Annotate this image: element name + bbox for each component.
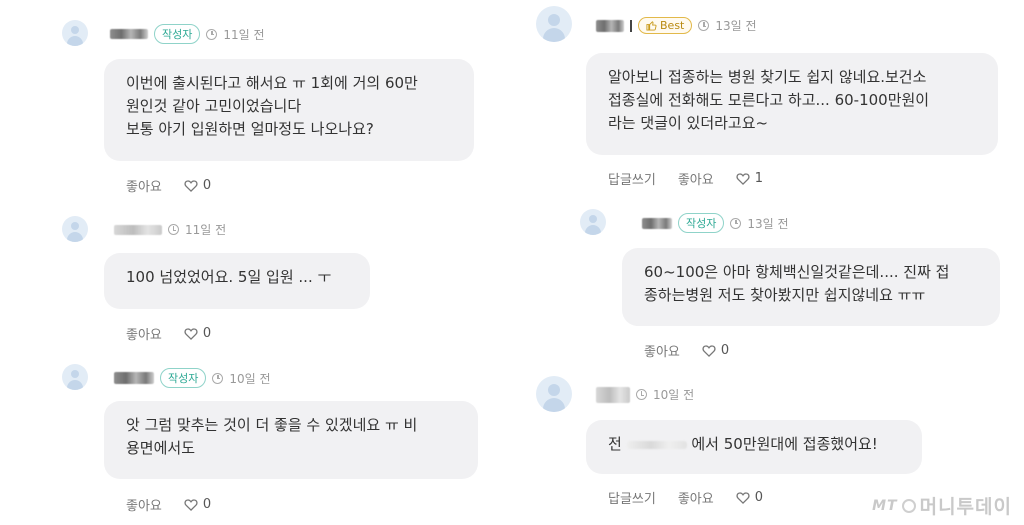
thumbs-up-icon [646,21,657,31]
comment-text: 앗 그럼 맞추는 것이 더 좋을 수 있겠네요 ㅠ 비 용면에서도 [104,401,478,479]
comment-time: 10일 전 [653,388,695,402]
heart-icon [736,173,750,185]
left-comment-column: 작성자 11일 전 이번에 출시된다고 해서요 ㅠ 1회에 거의 60만 원인것… [0,0,510,525]
comment-text-prefix: 전 [608,435,622,453]
avatar[interactable] [536,376,572,412]
comment-actions: 답글쓰기 좋아요 1 [608,169,763,188]
clock-icon [636,389,647,400]
like-count: 0 [202,326,212,341]
clock-icon [212,372,224,384]
comment-actions: 답글쓰기 좋아요 0 [608,488,763,507]
comment-actions: 좋아요 0 [644,341,729,360]
like-toggle[interactable]: 0 [184,178,211,193]
clock-icon [730,217,742,229]
like-count: 1 [754,171,764,186]
author-name-blurred[interactable] [110,29,148,39]
like-toggle[interactable]: 1 [736,171,763,186]
comment-actions: 좋아요 0 [126,495,211,514]
like-count: 0 [754,490,764,505]
comment: 11일 전 100 넘었었어요. 5일 입원 ... ㅜ 좋아요 0 [0,205,510,355]
comment-meta: 작성자 10일 전 [114,368,271,388]
comment-meta: 10일 전 [596,386,694,403]
comment-meta: Best 13일 전 [596,17,757,34]
watermark-circle-icon [901,498,916,513]
comment-time: 10일 전 [229,371,271,386]
like-button[interactable]: 좋아요 [126,176,162,195]
like-toggle[interactable]: 0 [184,497,211,512]
comment-time: 11일 전 [223,27,265,42]
right-comment-column: Best 13일 전 알아보니 접종하는 병원 찾기도 쉽지 않네요.보건소 접… [514,0,1024,525]
reply-button[interactable]: 답글쓰기 [608,488,656,507]
watermark-mark: MT [872,497,898,514]
redacted-text [626,440,687,449]
heart-icon [702,345,716,357]
like-toggle[interactable]: 0 [736,490,763,505]
like-toggle[interactable]: 0 [184,326,211,341]
comment-meta: 작성자 13일 전 [642,213,789,233]
like-button[interactable]: 좋아요 [678,488,714,507]
comment-meta: 작성자 11일 전 [110,24,265,44]
best-badge: Best [638,17,693,34]
heart-icon [736,492,750,504]
comment-time: 13일 전 [715,19,757,33]
author-name-blurred[interactable] [596,19,624,32]
comment-text: 60~100은 아마 항체백신일것같은데.... 진짜 접 종하는병원 저도 찾… [622,248,1000,326]
author-name-blurred[interactable] [114,224,162,235]
comment-text: 이번에 출시된다고 해서요 ㅠ 1회에 거의 60만 원인것 같아 고민이었습니… [104,59,474,161]
heart-icon [184,499,198,511]
author-badge: 작성자 [154,24,201,44]
best-badge-label: Best [660,19,685,32]
avatar[interactable] [62,364,88,390]
author-name-blurred[interactable] [114,372,154,384]
comment-actions: 좋아요 0 [126,324,211,343]
comment-time: 13일 전 [747,216,789,231]
comment: Best 13일 전 알아보니 접종하는 병원 찾기도 쉽지 않네요.보건소 접… [514,0,1024,200]
like-button[interactable]: 좋아요 [678,169,714,188]
like-button[interactable]: 좋아요 [126,495,162,514]
comment-time: 11일 전 [185,223,227,237]
comment-text: 100 넘었었어요. 5일 입원 ... ㅜ [104,253,370,309]
watermark-name: 머니투데이 [919,496,1012,518]
author-badge: 작성자 [160,368,207,388]
comment: 작성자 11일 전 이번에 출시된다고 해서요 ㅠ 1회에 거의 60만 원인것… [0,0,510,200]
comment-text: 알아보니 접종하는 병원 찾기도 쉽지 않네요.보건소 접종실에 전화해도 모른… [586,53,998,155]
avatar[interactable] [536,6,572,42]
like-toggle[interactable]: 0 [702,343,729,358]
avatar[interactable] [580,209,606,235]
clock-icon [698,20,710,31]
like-button[interactable]: 좋아요 [126,324,162,343]
comment-actions: 좋아요 0 [126,176,211,195]
like-button[interactable]: 좋아요 [644,341,680,360]
clock-icon [168,224,179,235]
clock-icon [206,28,218,40]
like-count: 0 [202,178,212,193]
like-count: 0 [720,343,730,358]
author-name-blurred[interactable] [642,217,672,229]
comment: 작성자 10일 전 앗 그럼 맞추는 것이 더 좋을 수 있겠네요 ㅠ 비 용면… [0,355,510,525]
comment-meta: 11일 전 [114,221,226,238]
heart-icon [184,180,198,192]
comment-text-suffix: 에서 50만원대에 접종했어요! [691,435,878,453]
like-count: 0 [202,497,212,512]
comment-text: 전 에서 50만원대에 접종했어요! [586,420,922,474]
author-badge: 작성자 [678,213,725,233]
author-name-blurred[interactable] [596,386,630,403]
reply-comment: 작성자 13일 전 60~100은 아마 항체백신일것같은데.... 진짜 접 … [514,200,1024,370]
heart-icon [184,328,198,340]
watermark-logo: MT 머니투데이 [872,492,1012,519]
reply-button[interactable]: 답글쓰기 [608,169,656,188]
avatar[interactable] [62,216,88,242]
avatar[interactable] [62,20,88,46]
